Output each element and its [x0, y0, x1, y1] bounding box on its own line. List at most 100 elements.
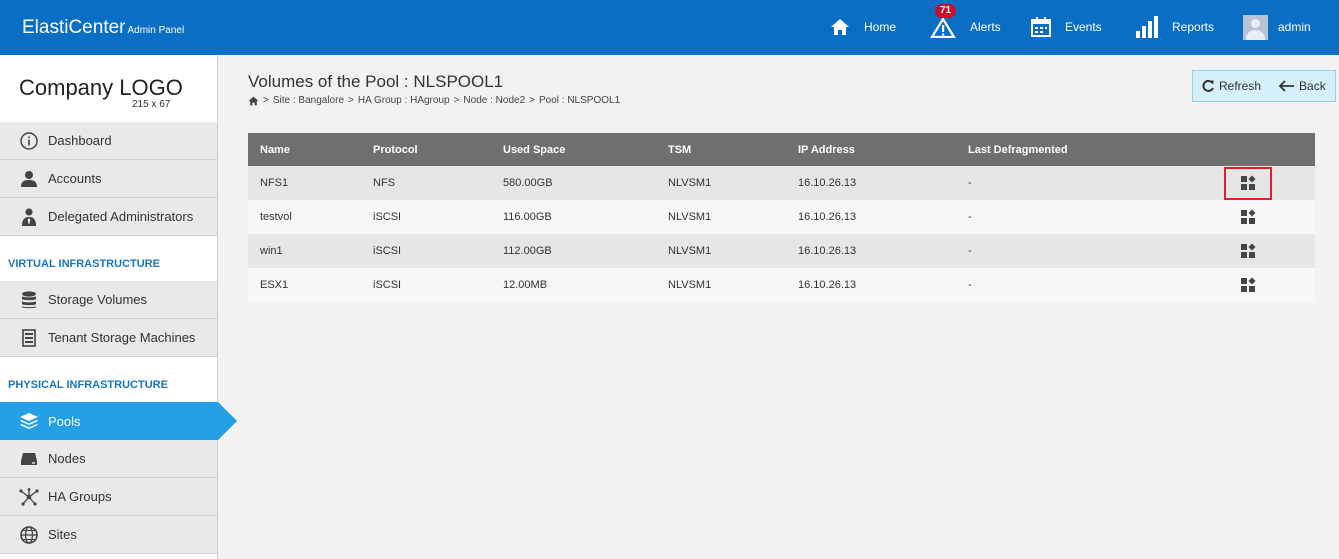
nav-reports[interactable]: Reports [1136, 10, 1214, 44]
network-icon [19, 487, 39, 507]
column-header-name[interactable]: Name [248, 133, 361, 166]
cell-tsm: NLVSM1 [656, 268, 786, 302]
nav-reports-label: Reports [1172, 20, 1215, 34]
actions-grid-icon [1241, 209, 1256, 224]
sidebar-item-label: Pools [48, 413, 81, 429]
home-icon[interactable] [248, 96, 259, 106]
info-icon [19, 131, 39, 151]
cell-name: ESX1 [248, 268, 361, 302]
sidebar-item-label: Storage Volumes [48, 292, 148, 307]
logo-size: 215 x 67 [132, 99, 171, 110]
cell-tsm: NLVSM1 [656, 234, 786, 268]
cell-last-defragmented: - [956, 166, 1206, 200]
table-header-row: Name Protocol Used Space TSM IP Address … [248, 133, 1315, 166]
brand[interactable]: ElastiCenter Admin Panel [22, 17, 184, 39]
cell-used-space: 116.00GB [491, 200, 656, 234]
table-row[interactable]: NFS1 NFS 580.00GB NLVSM1 16.10.26.13 - [248, 166, 1315, 200]
nav-events[interactable]: Events [1031, 10, 1102, 44]
alerts-badge: 71 [935, 4, 957, 18]
cell-protocol: iSCSI [361, 268, 491, 302]
actions-grid-icon [1241, 277, 1256, 292]
breadcrumb-separator: > [453, 95, 460, 106]
row-actions-button[interactable] [1224, 201, 1272, 234]
refresh-label: Refresh [1219, 79, 1262, 93]
globe-icon [19, 525, 39, 545]
page-title: Volumes of the Pool : NLSPOOL1 [248, 72, 504, 91]
cell-actions [1206, 166, 1315, 200]
back-label: Back [1299, 79, 1326, 93]
nav-events-label: Events [1065, 20, 1102, 34]
sidebar-item-label: Dashboard [48, 133, 112, 148]
home-icon [831, 19, 849, 35]
sidebar-item-accounts[interactable]: Accounts [0, 160, 217, 198]
refresh-button[interactable]: Refresh [1201, 79, 1261, 93]
sidebar-item-storage-volumes[interactable]: Storage Volumes [0, 281, 217, 319]
cell-protocol: iSCSI [361, 200, 491, 234]
table-row[interactable]: ESX1 iSCSI 12.00MB NLVSM1 16.10.26.13 - [248, 268, 1315, 302]
nav-home[interactable]: Home [830, 10, 896, 44]
nav-alerts[interactable]: 71 Alerts [930, 4, 1001, 44]
cell-last-defragmented: - [956, 268, 1206, 302]
user-icon [19, 169, 39, 189]
avatar [1243, 14, 1268, 40]
sidebar-item-label: Sites [48, 527, 77, 542]
logo-text: Company LOGO [19, 75, 183, 100]
volumes-table: Name Protocol Used Space TSM IP Address … [248, 133, 1315, 302]
back-button[interactable]: Back [1279, 79, 1326, 93]
cell-ip-address: 16.10.26.13 [786, 166, 956, 200]
breadcrumb-ha-group[interactable]: HA Group : HAgroup [358, 95, 450, 106]
warning-icon [930, 16, 956, 38]
cell-name: testvol [248, 200, 361, 234]
row-actions-button[interactable] [1224, 166, 1272, 200]
nav-user[interactable]: admin [1243, 10, 1311, 44]
column-header-ip-address[interactable]: IP Address [786, 133, 956, 166]
column-header-last-defragmented[interactable]: Last Defragmented [956, 133, 1206, 166]
section-physical-infrastructure: PHYSICAL INFRASTRUCTURE [0, 357, 217, 402]
cell-ip-address: 16.10.26.13 [786, 200, 956, 234]
cell-actions [1206, 268, 1315, 302]
breadcrumb: > Site : Bangalore > HA Group : HAgroup … [248, 95, 620, 106]
sidebar-item-tenant-storage-machines[interactable]: Tenant Storage Machines [0, 319, 217, 357]
layers-icon [19, 411, 39, 431]
cell-name: win1 [248, 234, 361, 268]
breadcrumb-node[interactable]: Node : Node2 [463, 95, 525, 106]
table-row[interactable]: testvol iSCSI 116.00GB NLVSM1 16.10.26.1… [248, 200, 1315, 234]
row-actions-button[interactable] [1224, 269, 1272, 302]
nav-user-label: admin [1278, 20, 1311, 34]
nav-alerts-label: Alerts [970, 20, 1001, 34]
cell-used-space: 580.00GB [491, 166, 656, 200]
company-logo: Company LOGO 215 x 67 [0, 55, 217, 122]
sidebar-item-ha-groups[interactable]: HA Groups [0, 478, 217, 516]
column-header-protocol[interactable]: Protocol [361, 133, 491, 166]
table-row[interactable]: win1 iSCSI 112.00GB NLVSM1 16.10.26.13 - [248, 234, 1315, 268]
sidebar: Company LOGO 215 x 67 Dashboard Accounts… [0, 55, 237, 559]
sidebar-item-pools[interactable]: Pools [0, 402, 237, 440]
cell-used-space: 112.00GB [491, 234, 656, 268]
cell-tsm: NLVSM1 [656, 200, 786, 234]
column-header-tsm[interactable]: TSM [656, 133, 786, 166]
breadcrumb-site[interactable]: Site : Bangalore [273, 95, 344, 106]
cell-last-defragmented: - [956, 234, 1206, 268]
cell-actions [1206, 200, 1315, 234]
column-header-used-space[interactable]: Used Space [491, 133, 656, 166]
breadcrumb-pool[interactable]: Pool : NLSPOOL1 [539, 95, 620, 106]
cell-tsm: NLVSM1 [656, 166, 786, 200]
sidebar-item-nodes[interactable]: Nodes [0, 440, 217, 478]
sidebar-item-sites[interactable]: Sites [0, 516, 217, 554]
sidebar-item-label: Tenant Storage Machines [48, 330, 196, 345]
cell-ip-address: 16.10.26.13 [786, 268, 956, 302]
breadcrumb-separator: > [263, 95, 269, 106]
arrow-left-icon [1279, 80, 1295, 92]
database-icon [19, 290, 39, 310]
sidebar-item-label: Delegated Administrators [48, 209, 194, 224]
calendar-icon [1031, 17, 1051, 37]
cell-protocol: iSCSI [361, 234, 491, 268]
brand-subtitle: Admin Panel [127, 25, 185, 36]
cell-protocol: NFS [361, 166, 491, 200]
row-actions-button[interactable] [1224, 235, 1272, 268]
sidebar-item-label: Nodes [48, 451, 86, 466]
sidebar-item-dashboard[interactable]: Dashboard [0, 122, 217, 160]
server-icon [19, 328, 39, 348]
sidebar-item-label: HA Groups [48, 489, 112, 504]
sidebar-item-delegated-administrators[interactable]: Delegated Administrators [0, 198, 217, 236]
